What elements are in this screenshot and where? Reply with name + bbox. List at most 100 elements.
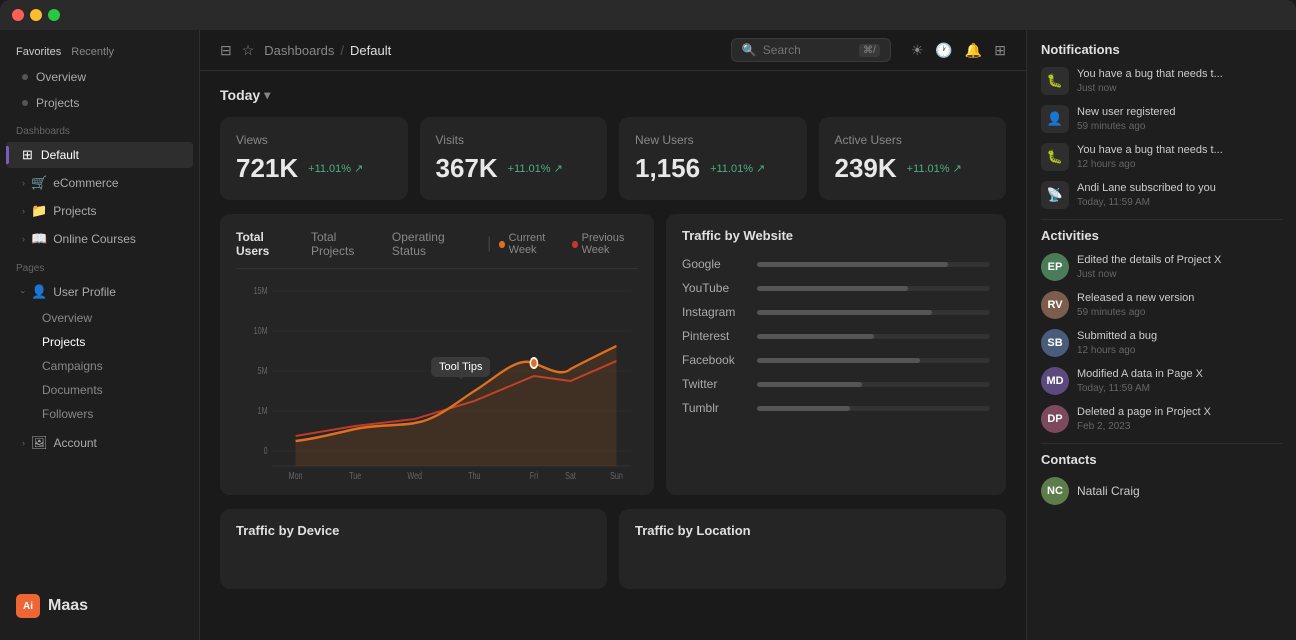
- ecommerce-icon: 🛒: [31, 175, 47, 191]
- traffic-by-device-card: Traffic by Device: [220, 509, 607, 589]
- website-name-twitter: Twitter: [682, 377, 747, 391]
- sidebar-item-overview[interactable]: Overview: [6, 65, 193, 89]
- breadcrumb-current: Default: [350, 43, 391, 58]
- up-arrow-icon: ↗: [953, 162, 962, 175]
- facebook-bar: [757, 358, 920, 363]
- recently-tab[interactable]: Recently: [71, 46, 114, 58]
- twitter-bar: [757, 382, 862, 387]
- instagram-bar-container: [757, 310, 990, 315]
- tab-operating-status[interactable]: Operating Status: [392, 228, 473, 260]
- website-row-pinterest: Pinterest: [682, 329, 990, 343]
- chevron-icon: ›: [22, 206, 25, 216]
- bottom-row: Traffic by Device Traffic by Location: [220, 509, 1006, 589]
- traffic-by-location-card: Traffic by Location: [619, 509, 1006, 589]
- sidebar-sub-campaigns[interactable]: Campaigns: [6, 355, 193, 377]
- website-name-google: Google: [682, 257, 747, 271]
- contact-item-0: NC Natali Craig: [1041, 477, 1282, 505]
- sidebar: Favorites Recently Overview Projects Das…: [0, 30, 200, 640]
- search-bar[interactable]: 🔍 ⌘/: [731, 38, 891, 62]
- sidebar-item-account[interactable]: › 🖼 Account: [6, 430, 193, 456]
- chart-tabs: Total Users Total Projects Operating Sta…: [236, 228, 638, 269]
- star-icon[interactable]: ☆: [242, 42, 255, 59]
- activity-time-1: 59 minutes ago: [1077, 307, 1194, 318]
- website-row-tumblr: Tumblr: [682, 401, 990, 415]
- traffic-location-title: Traffic by Location: [635, 523, 990, 538]
- sidebar-item-online-courses[interactable]: › 📖 Online Courses: [6, 226, 193, 252]
- user-icon-1: 👤: [1041, 105, 1069, 133]
- svg-text:Sun: Sun: [610, 470, 623, 481]
- website-name-pinterest: Pinterest: [682, 329, 747, 343]
- sidebar-toggle-icon[interactable]: ⊟: [220, 42, 232, 59]
- legend-current-week: Current Week: [499, 232, 560, 256]
- activity-item-2: SB Submitted a bug 12 hours ago: [1041, 329, 1282, 357]
- tumblr-bar: [757, 406, 850, 411]
- website-name-youtube: YouTube: [682, 281, 747, 295]
- tab-total-users[interactable]: Total Users: [236, 228, 297, 260]
- search-input[interactable]: [763, 43, 853, 57]
- svg-text:Sat: Sat: [565, 470, 576, 481]
- close-button[interactable]: [12, 9, 24, 21]
- tumblr-bar-container: [757, 406, 990, 411]
- tab-total-projects[interactable]: Total Projects: [311, 228, 378, 260]
- window-chrome: [0, 0, 1296, 30]
- sidebar-sub-projects[interactable]: Projects: [6, 331, 193, 353]
- contact-avatar-0: NC: [1041, 477, 1069, 505]
- avatar-3: MD: [1041, 367, 1069, 395]
- search-icon: 🔍: [742, 43, 757, 57]
- activity-item-3: MD Modified A data in Page X Today, 11:5…: [1041, 367, 1282, 395]
- notif-text-0: You have a bug that needs t...: [1077, 67, 1223, 81]
- sidebar-sub-overview[interactable]: Overview: [6, 307, 193, 329]
- legend-previous-week: Previous Week: [572, 232, 638, 256]
- active-users-label: Active Users: [835, 133, 991, 147]
- account-icon: 🖼: [31, 435, 48, 451]
- separator-1: [1041, 219, 1282, 220]
- visits-value: 367K: [436, 153, 498, 184]
- history-icon[interactable]: 🕐: [935, 42, 952, 59]
- svg-text:15M: 15M: [254, 285, 268, 296]
- sidebar-item-projects-fav[interactable]: Projects: [6, 91, 193, 115]
- svg-text:Wed: Wed: [407, 470, 422, 481]
- svg-text:1M: 1M: [258, 405, 268, 416]
- period-selector[interactable]: Today ▾: [220, 87, 1006, 103]
- breadcrumb-parent[interactable]: Dashboards: [264, 43, 334, 58]
- views-label: Views: [236, 133, 392, 147]
- sidebar-item-projects[interactable]: › 📁 Projects: [6, 198, 193, 224]
- activity-text-1: Released a new version: [1077, 291, 1194, 305]
- views-value: 721K: [236, 153, 298, 184]
- sidebar-sub-documents[interactable]: Documents: [6, 379, 193, 401]
- search-shortcut: ⌘/: [859, 44, 880, 57]
- active-users-value: 239K: [835, 153, 897, 184]
- projects-icon: 📁: [31, 203, 47, 219]
- activity-text-3: Modified A data in Page X: [1077, 367, 1203, 381]
- website-row-facebook: Facebook: [682, 353, 990, 367]
- new-users-change: +11.01% ↗: [710, 162, 765, 175]
- minimize-button[interactable]: [30, 9, 42, 21]
- default-icon: ⊞: [22, 147, 33, 163]
- sidebar-sub-followers[interactable]: Followers: [6, 403, 193, 425]
- theme-icon[interactable]: ☀: [911, 42, 924, 59]
- layout-icon[interactable]: ⊞: [994, 42, 1006, 59]
- line-chart: Tool Tips 15M 10M 5M: [236, 281, 638, 481]
- bell-icon[interactable]: 🔔: [965, 42, 982, 59]
- active-users-change: +11.01% ↗: [907, 162, 962, 175]
- sidebar-item-ecommerce[interactable]: › 🛒 eCommerce: [6, 170, 193, 196]
- charts-row: Total Users Total Projects Operating Sta…: [220, 214, 1006, 495]
- projects-dot-icon: [22, 100, 28, 106]
- favorites-tab[interactable]: Favorites: [16, 46, 61, 58]
- stat-card-new-users: New Users 1,156 +11.01% ↗: [619, 117, 807, 200]
- subscribe-icon-3: 📡: [1041, 181, 1069, 209]
- sidebar-item-user-profile[interactable]: › 👤 User Profile: [6, 279, 193, 305]
- total-users-chart-card: Total Users Total Projects Operating Sta…: [220, 214, 654, 495]
- line-chart-svg: 15M 10M 5M 1M 0 Mon Tue Wed Thu Fri Sat: [236, 281, 638, 481]
- maximize-button[interactable]: [48, 9, 60, 21]
- avatar-2: SB: [1041, 329, 1069, 357]
- stat-card-views: Views 721K +11.01% ↗: [220, 117, 408, 200]
- pinterest-bar-container: [757, 334, 990, 339]
- contacts-title: Contacts: [1041, 452, 1282, 467]
- notifications-title: Notifications: [1041, 42, 1282, 57]
- breadcrumb: Dashboards / Default: [264, 43, 391, 58]
- sidebar-item-default[interactable]: ⊞ Default: [6, 142, 193, 168]
- activity-text-0: Edited the details of Project X: [1077, 253, 1221, 267]
- notif-time-0: Just now: [1077, 83, 1223, 94]
- website-list: Google YouTube Instagram: [682, 257, 990, 415]
